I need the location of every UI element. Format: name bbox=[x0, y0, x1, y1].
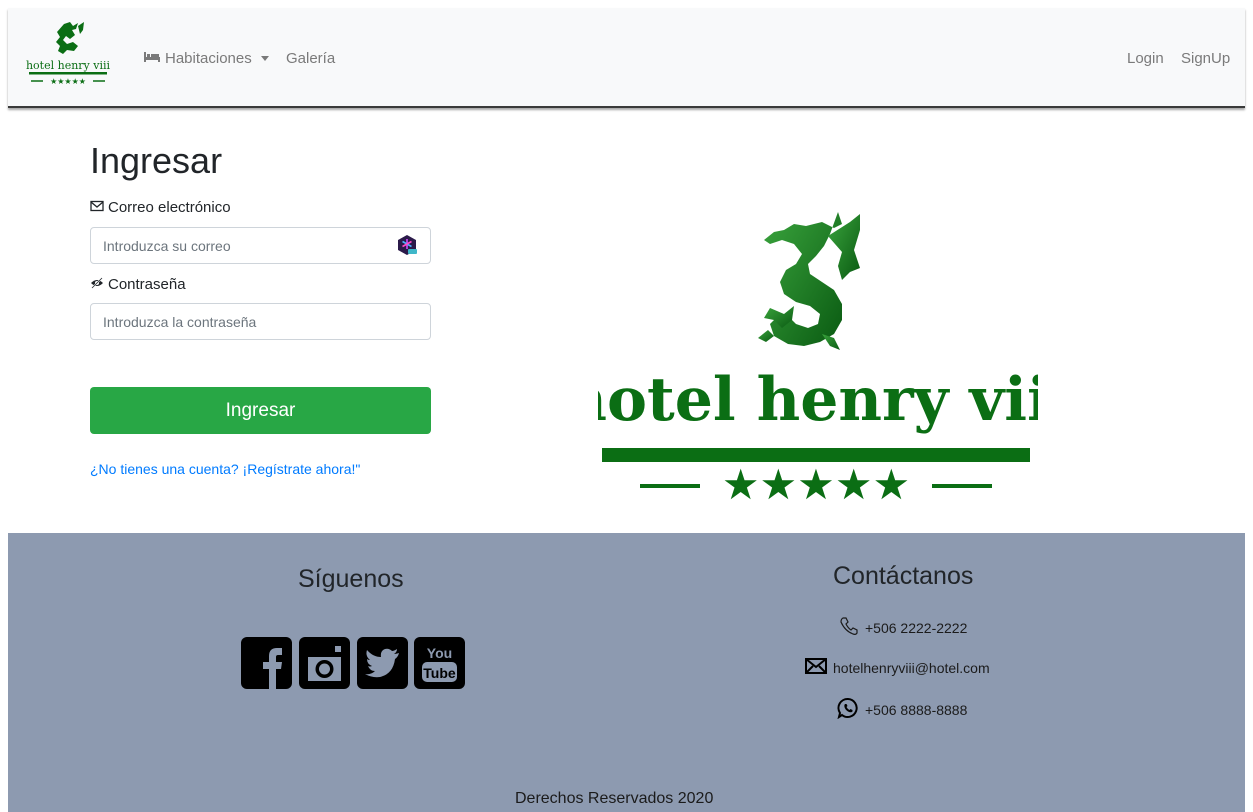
contact-email-text: hotelhenryviii@hotel.com bbox=[833, 659, 990, 676]
nav-login-link[interactable]: Login bbox=[1127, 50, 1164, 67]
phone-icon bbox=[839, 616, 859, 639]
bed-icon bbox=[144, 50, 160, 67]
mail-icon bbox=[805, 658, 827, 677]
top-navbar: hotel henry viii ★★★★★ Habitaciones Gale… bbox=[8, 8, 1245, 108]
email-field[interactable] bbox=[90, 227, 431, 264]
contact-us-heading: Contáctanos bbox=[833, 562, 974, 590]
email-label: Correo electrónico bbox=[90, 199, 231, 216]
nav-gallery-link[interactable]: Galería bbox=[286, 50, 335, 67]
password-label: Contraseña bbox=[90, 276, 186, 293]
login-submit-button[interactable]: Ingresar bbox=[90, 387, 431, 434]
facebook-icon[interactable] bbox=[241, 637, 292, 689]
eye-slash-icon bbox=[90, 276, 104, 293]
login-title: Ingresar bbox=[90, 140, 223, 181]
youtube-icon-text-bottom: Tube bbox=[423, 665, 456, 681]
follow-us-heading: Síguenos bbox=[298, 565, 404, 593]
instagram-icon[interactable] bbox=[299, 637, 350, 689]
brand-logo[interactable]: hotel henry viii ★★★★★ bbox=[23, 20, 113, 92]
nav-rooms-dropdown[interactable]: Habitaciones bbox=[144, 50, 269, 67]
brand-logo-stars: ★★★★★ bbox=[50, 77, 86, 86]
hero-logo-text: hotel henry viii bbox=[598, 365, 1038, 435]
envelope-icon bbox=[90, 199, 104, 216]
hero-logo-stars: ★★★★★ bbox=[722, 460, 910, 500]
whatsapp-icon bbox=[837, 697, 859, 722]
password-manager-extension-icon[interactable] bbox=[396, 234, 418, 256]
contact-whatsapp-text: +506 8888-8888 bbox=[865, 701, 968, 718]
nav-rooms-label: Habitaciones bbox=[165, 50, 252, 67]
contact-email[interactable]: hotelhenryviii@hotel.com bbox=[805, 658, 990, 677]
register-link[interactable]: ¿No tienes una cuenta? ¡Regístrate ahora… bbox=[90, 461, 360, 477]
dragon-icon bbox=[758, 212, 860, 350]
password-field[interactable] bbox=[90, 303, 431, 340]
twitter-icon[interactable] bbox=[357, 637, 408, 689]
brand-logo-text: hotel henry viii bbox=[26, 59, 111, 72]
site-footer: Síguenos You Tube Contáctanos +506 2222-… bbox=[8, 533, 1245, 812]
youtube-icon-text-top: You bbox=[427, 645, 452, 661]
contact-phone-text: +506 2222-2222 bbox=[865, 619, 968, 636]
copyright-text: Derechos Reservados 2020 bbox=[515, 790, 714, 807]
caret-down-icon bbox=[260, 56, 269, 61]
email-label-text: Correo electrónico bbox=[108, 199, 231, 216]
password-label-text: Contraseña bbox=[108, 276, 186, 293]
contact-whatsapp[interactable]: +506 8888-8888 bbox=[837, 697, 967, 722]
nav-signup-link[interactable]: SignUp bbox=[1181, 50, 1230, 67]
hero-hotel-logo: hotel henry viii ★★★★★ bbox=[563, 210, 1073, 509]
contact-phone: +506 2222-2222 bbox=[839, 616, 967, 639]
youtube-icon[interactable]: You Tube bbox=[414, 637, 465, 689]
